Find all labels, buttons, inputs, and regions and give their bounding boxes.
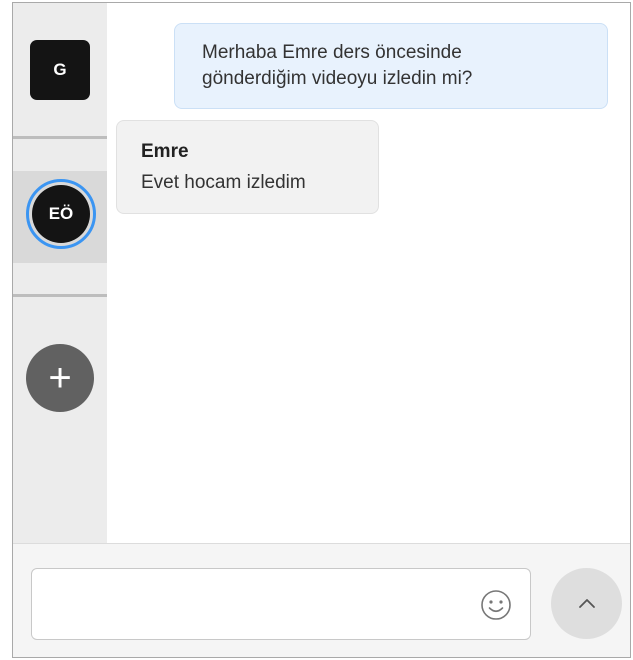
send-button[interactable]	[551, 568, 622, 639]
sidebar-divider	[13, 136, 107, 139]
message-composer	[13, 543, 630, 657]
outgoing-message: Merhaba Emre ders öncesinde gönderdiğim …	[174, 23, 608, 109]
smiley-icon[interactable]	[480, 589, 512, 621]
contact-avatar-g[interactable]: G	[30, 40, 90, 100]
add-contact-button[interactable]: +	[26, 344, 94, 412]
sidebar-divider	[13, 294, 107, 297]
message-area: Merhaba Emre ders öncesinde gönderdiğim …	[107, 3, 630, 543]
chat-window: G EÖ + Merhaba Emre ders öncesinde gönde…	[12, 2, 631, 658]
message-sender: Emre	[141, 141, 189, 162]
message-text-line: Merhaba Emre ders öncesinde	[202, 42, 462, 63]
message-input[interactable]	[42, 569, 466, 641]
contact-avatar-eo[interactable]: EÖ	[26, 179, 96, 249]
message-text-line: gönderdiğim videoyu izledin mi?	[202, 68, 473, 89]
contacts-sidebar: G EÖ +	[13, 3, 107, 543]
plus-icon: +	[48, 356, 72, 400]
incoming-message: Emre Evet hocam izledim	[116, 120, 379, 214]
chevron-up-icon	[578, 598, 595, 608]
message-text: Evet hocam izledim	[141, 172, 306, 193]
message-input-box[interactable]	[31, 568, 531, 641]
avatar-initials: EÖ	[32, 185, 90, 243]
